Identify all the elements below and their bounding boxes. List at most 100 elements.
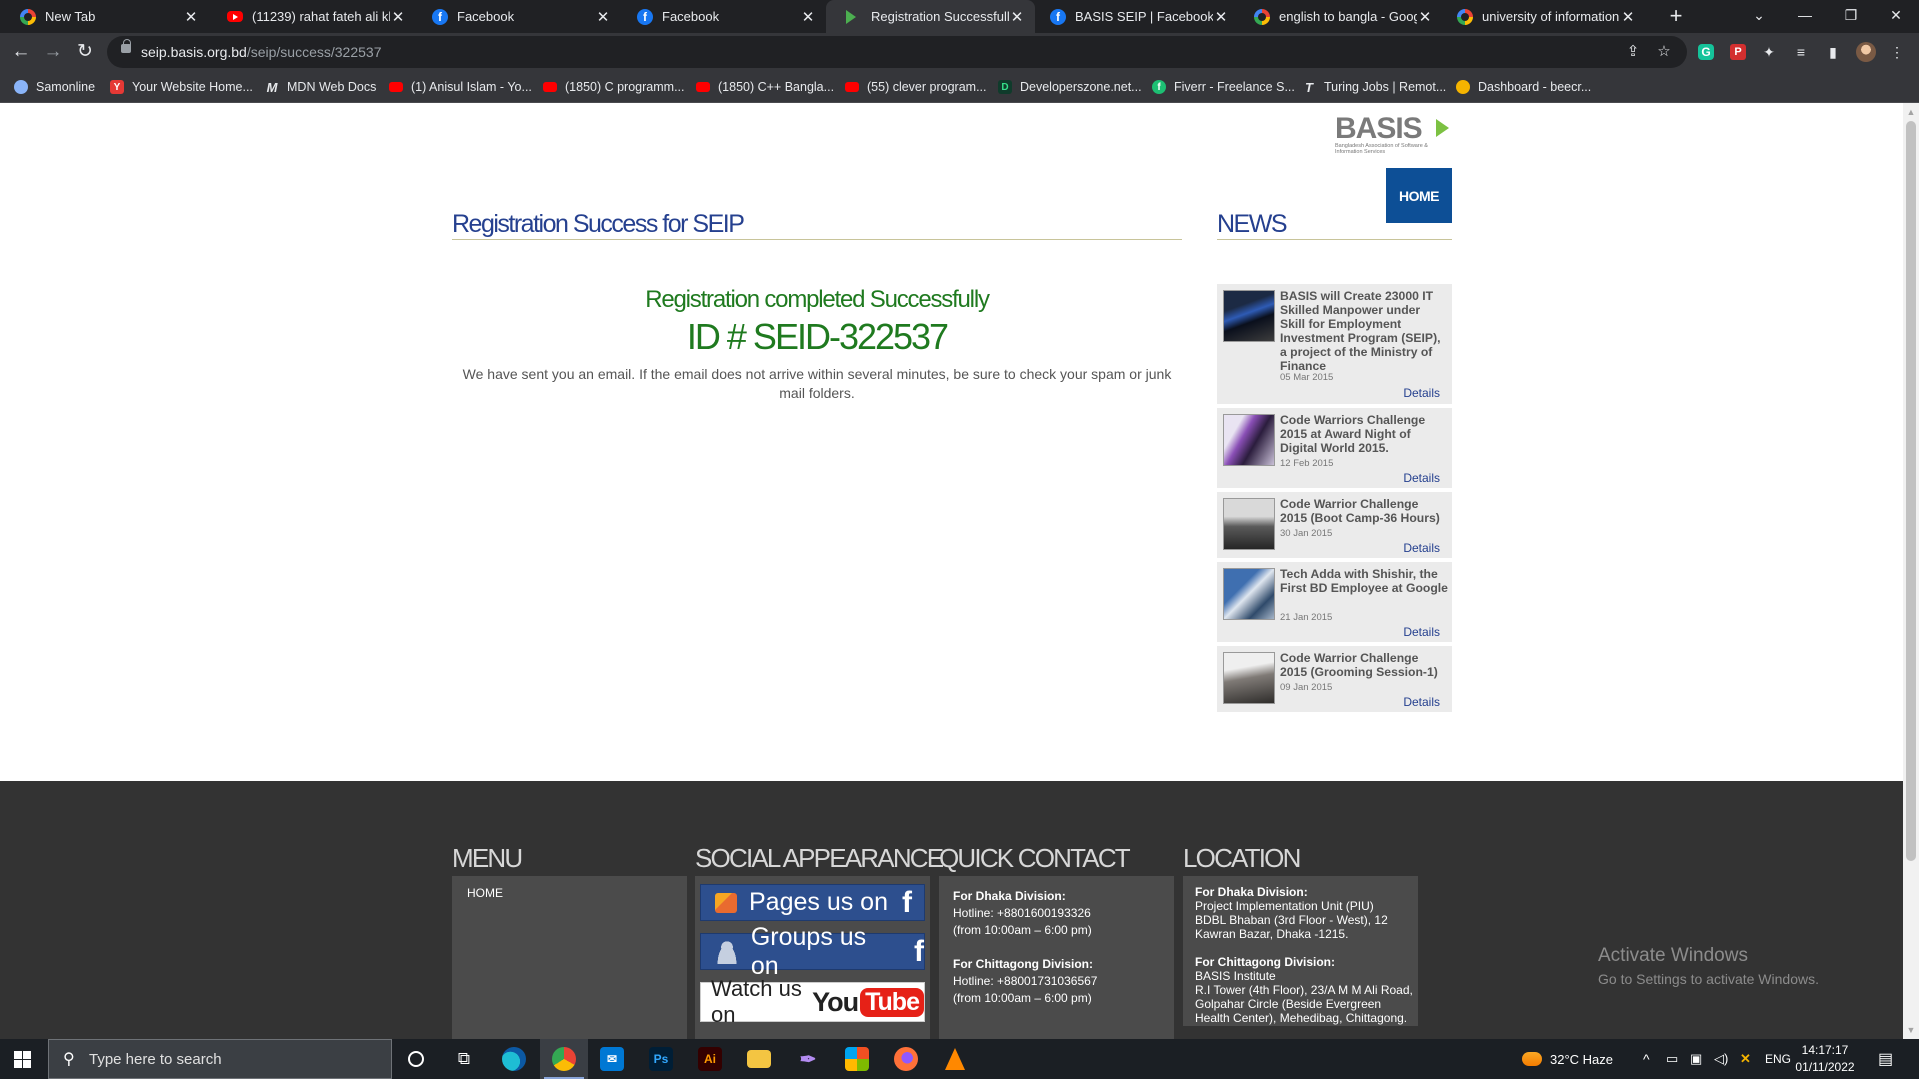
activate-subtitle: Go to Settings to activate Windows. xyxy=(1598,971,1819,987)
tab-new-tab[interactable]: New Tab ✕ xyxy=(0,0,209,33)
vlc-icon[interactable] xyxy=(931,1039,979,1079)
task-view-icon[interactable]: ⧉ xyxy=(440,1039,488,1079)
pen-app-icon[interactable]: ✒ xyxy=(784,1039,832,1079)
news-title[interactable]: Tech Adda with Shishir, the First BD Emp… xyxy=(1280,567,1448,595)
tab-youtube[interactable]: (11239) rahat fateh ali kha ✕ xyxy=(207,0,416,33)
tab-basis-seip-facebook[interactable]: f BASIS SEIP | Facebook ✕ xyxy=(1030,0,1239,33)
news-title[interactable]: BASIS will Create 23000 IT Skilled Manpo… xyxy=(1280,289,1448,373)
close-icon[interactable]: ✕ xyxy=(1620,8,1636,26)
share-icon[interactable]: ⇪ xyxy=(1623,42,1643,62)
mail-icon[interactable]: ✉ xyxy=(588,1039,636,1079)
news-thumbnail[interactable] xyxy=(1223,652,1275,704)
facebook-pages-button[interactable]: Pages us on f xyxy=(700,884,925,921)
bookmark-mdn[interactable]: M MDN Web Docs xyxy=(265,77,377,97)
news-thumbnail[interactable] xyxy=(1223,290,1275,342)
google-icon xyxy=(1457,8,1473,25)
bookmark-anisul-islam[interactable]: (1) Anisul Islam - Yo... xyxy=(389,77,532,97)
bookmark-your-website[interactable]: Y Your Website Home... xyxy=(110,77,253,97)
action-center-icon[interactable]: ▤ xyxy=(1878,1039,1893,1079)
reload-icon[interactable]: ↻ xyxy=(71,38,99,66)
bookmark-clever-programmer[interactable]: (55) clever program... xyxy=(845,77,986,97)
new-tab-button[interactable]: + xyxy=(1664,4,1688,28)
close-icon[interactable]: ✕ xyxy=(595,8,611,26)
close-icon[interactable]: ✕ xyxy=(183,8,199,26)
url-host: seip.basis.org.bd xyxy=(141,44,247,60)
bookmark-star-icon[interactable]: ☆ xyxy=(1654,42,1674,62)
bookmark-samonline[interactable]: Samonline xyxy=(14,77,95,97)
basis-logo[interactable]: BASIS Bangladesh Association of Software… xyxy=(1335,114,1455,155)
reading-list-icon[interactable]: ≡ xyxy=(1791,42,1811,62)
news-details-link[interactable]: Details xyxy=(1403,541,1440,555)
menu-dots-icon[interactable]: ⋮ xyxy=(1887,42,1907,62)
chrome-icon[interactable] xyxy=(540,1039,588,1079)
bookmark-developerszone[interactable]: D Developerszone.net... xyxy=(998,77,1142,97)
scrollbar-thumb[interactable] xyxy=(1906,121,1916,861)
close-icon[interactable]: ✕ xyxy=(1417,8,1433,26)
youtube-logo-you: You xyxy=(812,986,859,1017)
taskbar-search-box[interactable]: ⚲ Type here to search xyxy=(48,1039,392,1079)
tab-facebook-1[interactable]: f Facebook ✕ xyxy=(412,0,621,33)
close-icon[interactable]: ✕ xyxy=(1213,8,1229,26)
news-details-link[interactable]: Details xyxy=(1403,386,1440,400)
tab-search-chevron-icon[interactable]: ⌄ xyxy=(1736,0,1782,33)
news-title[interactable]: Code Warriors Challenge 2015 at Award Ni… xyxy=(1280,413,1448,455)
bookmark-c-programming[interactable]: (1850) C programm... xyxy=(543,77,684,97)
tab-university[interactable]: university of information te ✕ xyxy=(1437,0,1646,33)
news-thumbnail[interactable] xyxy=(1223,414,1275,466)
back-arrow-icon[interactable]: ← xyxy=(7,38,35,66)
news-details-link[interactable]: Details xyxy=(1403,471,1440,485)
extensions-puzzle-icon[interactable]: ✦ xyxy=(1759,42,1779,62)
store-icon[interactable] xyxy=(833,1039,881,1079)
news-thumbnail[interactable] xyxy=(1223,498,1275,550)
cortana-icon[interactable] xyxy=(392,1039,440,1079)
side-panel-icon[interactable]: ▮ xyxy=(1823,42,1843,62)
windows-start-icon[interactable] xyxy=(14,1051,31,1068)
photoshop-icon[interactable]: Ps xyxy=(637,1039,685,1079)
url-text[interactable]: seip.basis.org.bd/seip/success/322537 xyxy=(141,44,381,60)
close-icon[interactable]: ✕ xyxy=(390,8,406,26)
minimize-icon[interactable]: — xyxy=(1782,0,1828,33)
close-icon[interactable]: ✕ xyxy=(1009,8,1025,26)
tab-registration-success[interactable]: Registration Successfull fo ✕ xyxy=(826,0,1035,33)
language-indicator[interactable]: ENG xyxy=(1765,1039,1791,1079)
bookmark-beecrowd[interactable]: Dashboard - beecr... xyxy=(1456,77,1591,97)
tab-english-to-bangla[interactable]: english to bangla - Google ✕ xyxy=(1234,0,1443,33)
firefox-icon[interactable] xyxy=(882,1039,930,1079)
bookmark-turing[interactable]: T Turing Jobs | Remot... xyxy=(1302,77,1446,97)
news-details-link[interactable]: Details xyxy=(1403,625,1440,639)
news-thumbnail[interactable] xyxy=(1223,568,1275,620)
address-bar[interactable]: seip.basis.org.bd/seip/success/322537 ⇪ … xyxy=(107,36,1687,68)
bookmark-fiverr[interactable]: f Fiverr - Freelance S... xyxy=(1152,77,1295,97)
tab-facebook-2[interactable]: f Facebook ✕ xyxy=(617,0,826,33)
youtube-button[interactable]: Watch us on You Tube xyxy=(700,976,925,1027)
pdf-extension-icon[interactable]: P xyxy=(1730,44,1746,60)
page-scrollbar[interactable]: ▲ ▼ xyxy=(1903,103,1919,1039)
file-explorer-icon[interactable] xyxy=(735,1039,783,1079)
news-title[interactable]: Code Warrior Challenge 2015 (Boot Camp-3… xyxy=(1280,497,1448,525)
tab-title: Registration Successfull fo xyxy=(871,9,1009,24)
facebook-groups-button[interactable]: Groups us on f xyxy=(700,923,925,980)
scroll-down-icon[interactable]: ▼ xyxy=(1903,1023,1919,1037)
illustrator-icon[interactable]: Ai xyxy=(686,1039,734,1079)
bookmark-cpp-bangla[interactable]: (1850) C++ Bangla... xyxy=(696,77,834,97)
tray-chevron-icon[interactable]: ^ xyxy=(1643,1039,1650,1079)
news-details-link[interactable]: Details xyxy=(1403,695,1440,709)
volume-icon[interactable]: ◁) xyxy=(1714,1039,1728,1079)
weather-widget[interactable]: 32°C Haze xyxy=(1522,1039,1613,1079)
tray-device-icon[interactable]: ▭ xyxy=(1666,1039,1678,1079)
forward-arrow-icon[interactable]: → xyxy=(39,38,67,66)
edge-icon[interactable] xyxy=(490,1039,538,1079)
news-item: Code Warrior Challenge 2015 (Grooming Se… xyxy=(1217,646,1452,712)
clock[interactable]: 14:17:17 01/11/2022 xyxy=(1790,1042,1860,1076)
window-close-icon[interactable]: ✕ xyxy=(1873,0,1919,33)
notification-app-icon[interactable]: ✕ xyxy=(1740,1039,1751,1079)
news-title[interactable]: Code Warrior Challenge 2015 (Grooming Se… xyxy=(1280,651,1448,679)
network-icon[interactable]: ▣ xyxy=(1690,1039,1702,1079)
grammarly-extension-icon[interactable]: G xyxy=(1698,44,1714,60)
restore-icon[interactable]: ❐ xyxy=(1828,0,1874,33)
tab-title: Facebook xyxy=(662,9,720,24)
close-icon[interactable]: ✕ xyxy=(800,8,816,26)
profile-avatar[interactable] xyxy=(1856,42,1876,62)
footer-menu-home-link[interactable]: HOME xyxy=(467,885,503,902)
scroll-up-icon[interactable]: ▲ xyxy=(1903,105,1919,119)
